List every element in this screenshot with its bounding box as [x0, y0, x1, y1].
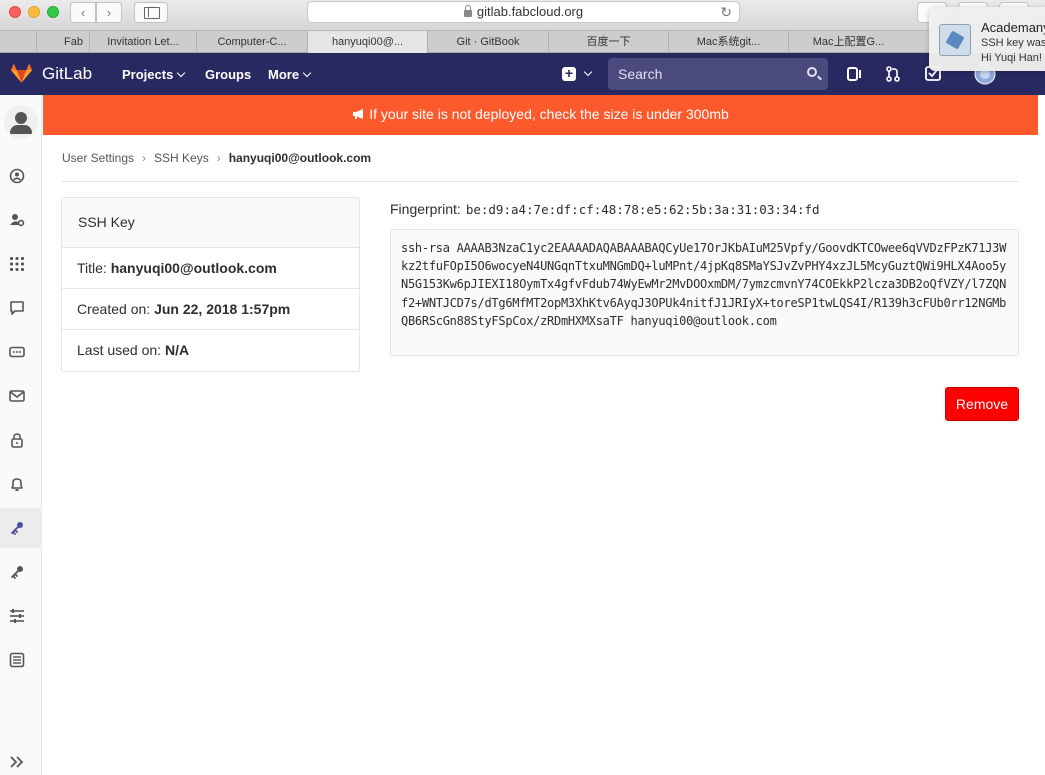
sidebar-item-preferences[interactable]: [0, 596, 42, 636]
new-item-button[interactable]: +: [562, 65, 576, 81]
key-last-used-row: Last used on: N/A: [77, 342, 190, 358]
breadcrumb: User Settings › SSH Keys › hanyuqi00@outlook…: [62, 151, 371, 165]
settings-sidebar: [0, 95, 42, 775]
nav-more[interactable]: More: [268, 67, 312, 82]
gitlab-logo-icon[interactable]: [10, 62, 33, 84]
browser-tab[interactable]: Invitation Let...: [89, 31, 196, 53]
fingerprint-value: be:d9:a4:7e:df:cf:48:78:e5:62:5b:3a:31:0…: [465, 202, 820, 217]
sidebar-item-audit-log[interactable]: [0, 640, 42, 680]
breadcrumb-link[interactable]: User Settings: [62, 151, 134, 165]
minimize-window-button[interactable]: [28, 6, 40, 18]
audit-log-icon: [9, 652, 25, 668]
browser-tab-active[interactable]: hanyuqi00@...: [307, 31, 427, 53]
sidebar-item-password[interactable]: [0, 420, 42, 460]
preferences-icon: [10, 609, 24, 623]
address-bar[interactable]: gitlab.fabcloud.org ↻: [307, 1, 740, 23]
browser-tab[interactable]: Fab: [36, 31, 89, 53]
key-last-used-value: N/A: [164, 342, 190, 358]
key-icon: [11, 522, 23, 535]
nav-projects[interactable]: Projects: [122, 67, 186, 82]
broadcast-message: If your site is not deployed, check the …: [43, 95, 1038, 135]
sidebar-item-access-tokens[interactable]: [0, 332, 42, 372]
browser-tab[interactable]: 百度一下: [548, 31, 668, 53]
sidebar-item-profile[interactable]: [0, 156, 42, 196]
public-key-text[interactable]: ssh-rsa AAAAB3NzaC1yc2EAAAADAQABAAABAQCy…: [390, 229, 1019, 356]
key-title-value: hanyuqi00@outlook.com: [110, 260, 277, 276]
close-window-button[interactable]: [9, 6, 21, 18]
applications-grid-icon: [10, 257, 24, 271]
fingerprint-label: Fingerprint:: [390, 201, 461, 217]
reload-icon[interactable]: ↻: [720, 2, 732, 22]
broadcast-text: If your site is not deployed, check the …: [369, 106, 729, 122]
search-input[interactable]: Search: [608, 58, 828, 90]
access-token-icon: [9, 346, 25, 358]
profile-icon: [9, 168, 25, 184]
notification-line: Hi Yuqi Han!: [981, 52, 1042, 64]
search-icon: [807, 67, 817, 77]
sidebar-expand-button[interactable]: [0, 742, 42, 775]
sidebar-item-gpg-keys[interactable]: [0, 552, 42, 592]
browser-tab[interactable]: Computer-C...: [196, 31, 307, 53]
breadcrumb-link[interactable]: SSH Keys: [154, 151, 209, 165]
issues-icon[interactable]: [845, 65, 863, 83]
notification-title: Academany: [981, 20, 1045, 35]
sidebar-item-emails[interactable]: [0, 376, 42, 416]
gitlab-brand[interactable]: GitLab: [42, 64, 92, 84]
lock-icon: [11, 433, 23, 448]
chevron-right-icon: ›: [216, 151, 221, 165]
fingerprint: Fingerprint: be:d9:a4:7e:df:cf:48:78:e5:6…: [390, 201, 820, 217]
remove-key-button[interactable]: Remove: [945, 387, 1019, 421]
chevron-right-icon: ›: [106, 5, 112, 20]
chevron-down-icon: [583, 67, 593, 77]
double-chevron-right-icon: [10, 756, 24, 768]
chat-bubble-icon: [10, 301, 24, 315]
card-heading: SSH Key: [62, 198, 359, 248]
nav-groups[interactable]: Groups: [205, 67, 251, 82]
bullhorn-icon: [353, 109, 364, 119]
mail-app-icon: [939, 24, 971, 56]
breadcrumb-current[interactable]: hanyuqi00@outlook.com: [229, 151, 371, 165]
browser-tab[interactable]: Git · GitBook: [427, 31, 548, 53]
account-gear-icon: [10, 214, 25, 227]
chevron-left-icon: ‹: [80, 5, 86, 20]
lock-icon: [463, 5, 472, 17]
key-created-row: Created on: Jun 22, 2018 1:57pm: [62, 289, 359, 330]
key-created-value: Jun 22, 2018 1:57pm: [154, 301, 291, 317]
search-placeholder: Search: [618, 66, 663, 82]
browser-tab[interactable]: Mac上配置G...: [788, 31, 908, 53]
zoom-window-button[interactable]: [47, 6, 59, 18]
system-notification[interactable]: Academany SSH key was Hi Yuqi Han!: [929, 7, 1045, 71]
browser-tab[interactable]: Mac系统git...: [668, 31, 788, 53]
avatar[interactable]: [4, 105, 38, 139]
gitlab-header: GitLab Projects Groups More + Search: [0, 53, 1045, 95]
forward-button[interactable]: ›: [96, 2, 122, 23]
key-icon: [11, 566, 23, 579]
sidebar-item-account[interactable]: [0, 200, 42, 240]
bell-icon: [11, 478, 23, 492]
url-text: gitlab.fabcloud.org: [476, 4, 584, 19]
chevron-down-icon: [302, 68, 312, 78]
email-icon: [9, 390, 25, 402]
ssh-key-card: SSH Key Title: hanyuqi00@outlook.com Cre…: [61, 197, 360, 372]
browser-tab-bar: Fab Invitation Let... Computer-C... hany…: [0, 31, 1045, 53]
sidebar-toggle-button[interactable]: [134, 2, 168, 23]
notification-line: SSH key was: [981, 37, 1045, 49]
chevron-right-icon: ›: [142, 151, 147, 165]
plus-icon: +: [564, 65, 574, 81]
sidebar-item-applications[interactable]: [0, 244, 42, 284]
merge-request-icon[interactable]: [884, 65, 902, 83]
sidebar-item-chat[interactable]: [0, 288, 42, 328]
sidebar-item-ssh-keys[interactable]: [0, 508, 42, 548]
divider: [62, 181, 1019, 182]
sidebar-item-notifications[interactable]: [0, 464, 42, 504]
key-title-row: Title: hanyuqi00@outlook.com: [62, 248, 359, 289]
back-button[interactable]: ‹: [70, 2, 96, 23]
chevron-down-icon: [177, 68, 186, 78]
browser-toolbar: ‹ › gitlab.fabcloud.org ↻: [0, 0, 1045, 31]
